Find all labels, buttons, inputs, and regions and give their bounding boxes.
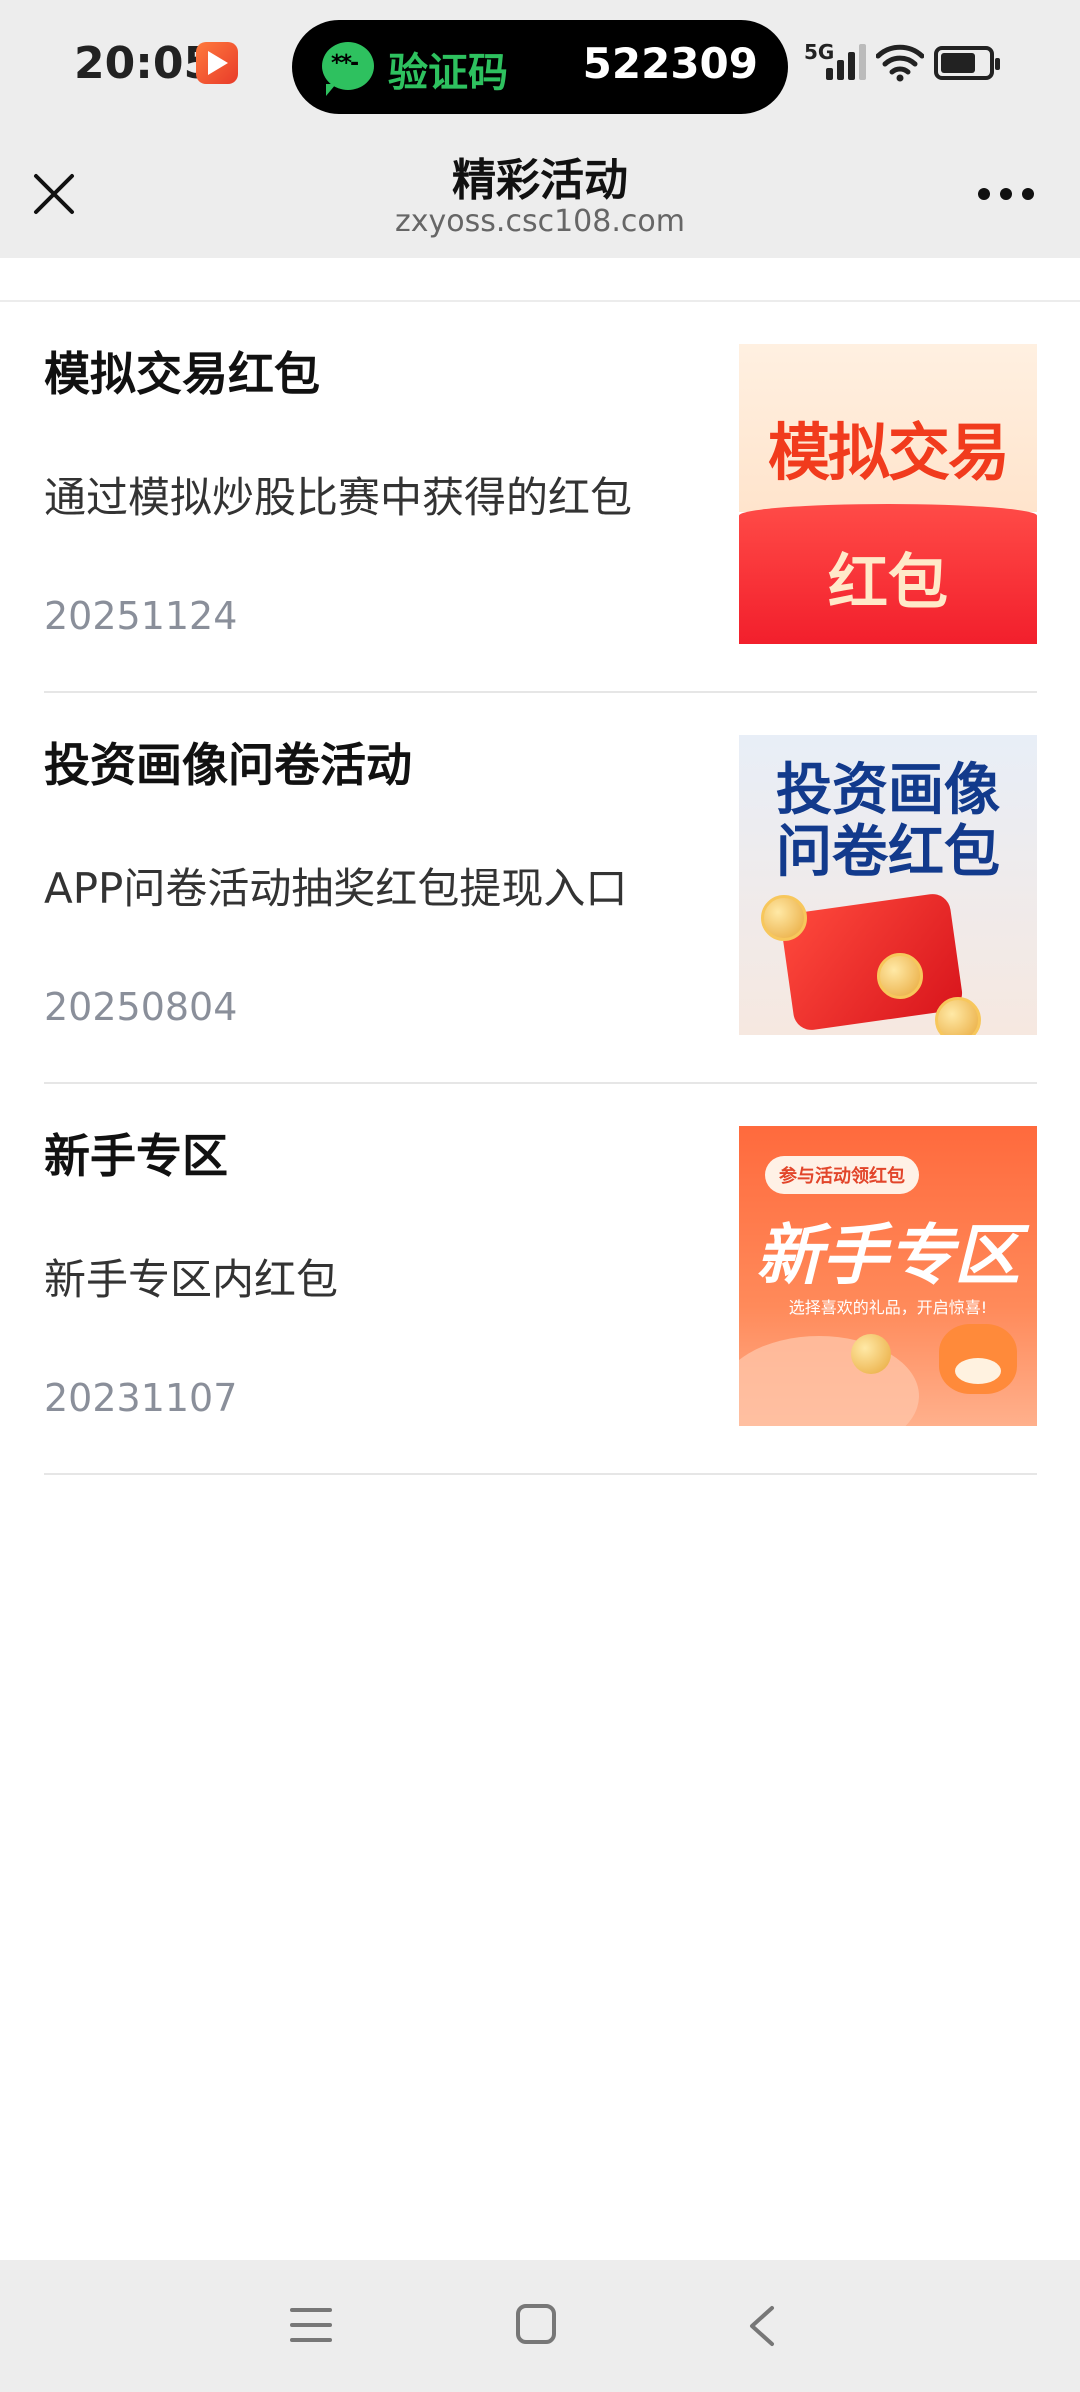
thumb-subtitle: 问卷红包	[776, 820, 1000, 885]
thumb-subtitle: 选择喜欢的礼品，开启惊喜!	[788, 1298, 988, 1317]
notification-code: 522309	[582, 39, 758, 88]
battery-icon	[934, 46, 1000, 80]
coin-icon	[851, 1334, 891, 1374]
thumb-tag: 参与活动领红包	[765, 1156, 919, 1194]
system-nav-bar	[0, 2260, 1080, 2392]
item-desc: APP问卷活动抽奖红包提现入口	[44, 864, 628, 913]
item-desc: 新手专区内红包	[44, 1255, 339, 1304]
coin-icon	[761, 895, 807, 941]
signal-icon	[826, 44, 866, 80]
item-desc: 通过模拟炒股比赛中获得的红包	[44, 473, 633, 522]
wifi-icon	[876, 44, 924, 82]
item-title: 新手专区	[44, 1129, 228, 1183]
list-item[interactable]: 新手专区 新手专区内红包 20231107 参与活动领红包 新手专区 选择喜欢的…	[44, 1084, 1037, 1475]
item-date: 20250804	[44, 985, 238, 1029]
item-date: 20251124	[44, 594, 238, 638]
item-thumbnail: 参与活动领红包 新手专区 选择喜欢的礼品，开启惊喜!	[739, 1126, 1037, 1426]
menu-icon[interactable]	[290, 2308, 332, 2344]
item-title: 模拟交易红包	[44, 347, 320, 401]
notification-label: 验证码	[388, 50, 508, 96]
nav-bar: 精彩活动 zxyoss.csc108.com	[0, 130, 1080, 258]
item-thumbnail: 投资画像 问卷红包	[739, 735, 1037, 1035]
back-icon[interactable]	[744, 2304, 780, 2348]
home-icon[interactable]	[516, 2304, 556, 2344]
mascot-icon	[939, 1324, 1017, 1394]
video-app-icon	[196, 42, 238, 84]
verification-code-notification[interactable]: **- 验证码 522309	[292, 20, 788, 114]
status-time: 20:05	[74, 38, 215, 89]
page-title: 精彩活动	[452, 155, 628, 206]
thumb-title: 新手专区	[756, 1217, 1020, 1294]
item-date: 20231107	[44, 1376, 238, 1420]
item-title: 投资画像问卷活动	[44, 738, 412, 792]
item-thumbnail: 模拟交易 红包	[739, 344, 1037, 644]
list-item[interactable]: 投资画像问卷活动 APP问卷活动抽奖红包提现入口 20250804 投资画像 问…	[44, 693, 1037, 1084]
wechat-icon: **-	[322, 42, 374, 96]
status-bar: 20:05 **- 验证码 522309 5G	[0, 0, 1080, 130]
thumb-subtitle: 红包	[828, 548, 948, 618]
thumb-title: 模拟交易	[767, 416, 1010, 489]
list-item[interactable]: 模拟交易红包 通过模拟炒股比赛中获得的红包 20251124 模拟交易 红包	[44, 302, 1037, 693]
more-icon[interactable]	[978, 188, 1034, 202]
coin-icon	[935, 997, 981, 1035]
coin-icon	[877, 953, 923, 999]
page-url: zxyoss.csc108.com	[395, 204, 685, 239]
activity-list: 模拟交易红包 通过模拟炒股比赛中获得的红包 20251124 模拟交易 红包 投…	[44, 302, 1037, 1475]
